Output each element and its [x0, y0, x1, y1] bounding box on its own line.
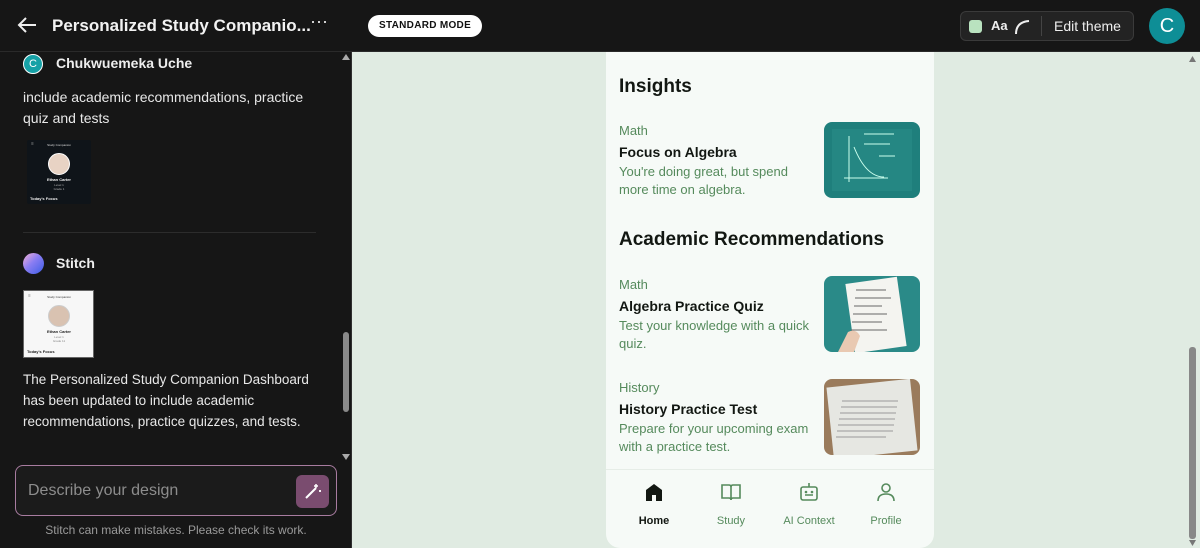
rec-desc-2: Prepare for your upcoming exam with a pr…: [619, 421, 809, 454]
edit-theme-button[interactable]: Edit theme: [1054, 18, 1121, 34]
book-icon: [721, 484, 741, 501]
thumb-avatar: [48, 153, 70, 175]
thumb-footer: Today's Focus: [30, 196, 58, 201]
nav-ai-context[interactable]: AI Context: [779, 480, 839, 527]
thumb-avatar: [48, 305, 70, 327]
prompt-placeholder: Describe your design: [28, 482, 179, 499]
bottom-nav-divider: [606, 469, 934, 470]
message-divider: [23, 232, 316, 233]
thumb-line2: Grade 11: [52, 339, 66, 343]
more-options-icon[interactable]: ⋯: [310, 12, 329, 33]
divider: [1041, 16, 1042, 36]
nav-home[interactable]: Home: [624, 480, 684, 527]
color-swatch-icon[interactable]: [969, 20, 982, 33]
disclaimer-text: Stitch can make mistakes. Please check i…: [45, 523, 307, 537]
rec-category-1: Math: [619, 277, 648, 292]
stitch-avatar: [23, 253, 44, 274]
rec-category-2: History: [619, 380, 660, 395]
chat-scrollbar[interactable]: [341, 52, 351, 462]
nav-ai-context-label: AI Context: [783, 515, 835, 527]
nav-profile[interactable]: Profile: [856, 480, 916, 527]
insight-category: Math: [619, 123, 648, 138]
theme-controls[interactable]: Aa Edit theme: [960, 11, 1134, 41]
user-avatar: C: [23, 54, 43, 74]
rec-title-1[interactable]: Algebra Practice Quiz: [619, 298, 764, 314]
test-paper-image: [824, 379, 920, 455]
rec-title-2[interactable]: History Practice Test: [619, 401, 757, 417]
insight-title: Focus on Algebra: [619, 144, 737, 160]
corner-radius-icon[interactable]: [1013, 18, 1031, 36]
person-icon: [877, 483, 895, 502]
font-icon[interactable]: Aa: [991, 18, 1008, 33]
magic-wand-icon: [305, 484, 321, 499]
account-avatar[interactable]: C: [1149, 8, 1185, 44]
thumb-footer: Today's Focus: [27, 349, 55, 354]
preview-canvas: Insights Math Focus on Algebra You're do…: [353, 52, 1200, 548]
project-title: Personalized Study Companio...: [52, 16, 311, 35]
thumb-line2: Grade 1: [53, 187, 65, 191]
thumb-name: Ethan Carter: [46, 177, 71, 182]
robot-icon: [800, 483, 818, 501]
home-icon: [646, 484, 662, 501]
recommendations-heading: Academic Recommendations: [619, 229, 885, 250]
rec-desc-1: Test your knowledge with a quick quiz.: [619, 318, 810, 351]
nav-home-label: Home: [638, 515, 670, 527]
thumb-title: Study Companion: [47, 295, 71, 299]
chalkboard-image: [824, 122, 920, 198]
design-prompt-input[interactable]: Describe your design: [15, 465, 337, 516]
insight-desc: You're doing great, but spend more time …: [619, 164, 788, 197]
nav-study[interactable]: Study: [701, 480, 761, 527]
design-thumbnail-dark[interactable]: ☰ Study Companion Ethan Carter Level 1 G…: [27, 140, 91, 204]
assistant-message: The Personalized Study Companion Dashboa…: [23, 372, 309, 429]
thumb-title: Study Companion: [47, 143, 71, 147]
nav-profile-label: Profile: [870, 515, 902, 527]
mode-badge[interactable]: STANDARD MODE: [368, 15, 483, 37]
nav-study-label: Study: [716, 515, 746, 527]
design-thumbnail-light[interactable]: ☰ Study Companion Ethan Carter Level 1 G…: [23, 290, 94, 358]
thumb-name: Ethan Carter: [46, 329, 71, 334]
preview-scrollbar[interactable]: [1187, 52, 1198, 548]
generate-button[interactable]: [296, 475, 329, 508]
quiz-paper-image: [824, 276, 920, 352]
back-arrow-icon[interactable]: [16, 14, 38, 36]
assistant-name: Stitch: [56, 255, 95, 271]
chat-panel: C Chukwuemeka Uche include academic reco…: [0, 52, 352, 548]
insights-heading: Insights: [619, 76, 692, 97]
user-message: include academic recommendations, practi…: [23, 89, 304, 126]
user-name: Chukwuemeka Uche: [56, 55, 193, 71]
top-bar: Personalized Study Companio... ⋯ STANDAR…: [0, 0, 1200, 52]
